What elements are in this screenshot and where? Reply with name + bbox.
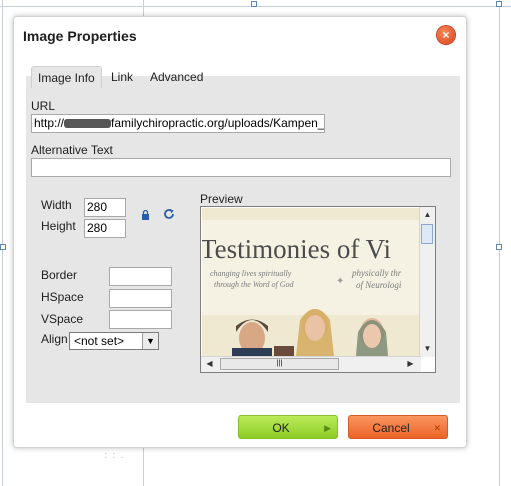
arrow-right-icon: ▶ [324, 423, 331, 433]
scroll-up-icon[interactable]: ▲ [421, 208, 434, 221]
redacted-text [64, 119, 112, 129]
cancel-button[interactable]: Cancel ✕ [348, 415, 448, 439]
resize-handle[interactable] [251, 1, 257, 7]
align-selected-value: <not set> [74, 334, 125, 348]
height-label: Height [41, 219, 76, 233]
hspace-label: HSpace [41, 290, 84, 304]
height-input[interactable]: 280 [84, 219, 126, 238]
vspace-input[interactable] [109, 310, 172, 329]
cancel-label: Cancel [372, 421, 410, 435]
tab-label: Image Info [38, 71, 95, 85]
scrollbar-thumb[interactable]: ||| [220, 358, 339, 370]
preview-image: Testimonies of Vi changing lives spiritu… [202, 208, 420, 356]
preview-label: Preview [200, 192, 243, 206]
align-select[interactable]: <not set> ▼ [69, 332, 159, 350]
sign-line: changing lives spiritually [210, 269, 292, 278]
border-input[interactable] [109, 267, 172, 286]
url-prefix: http:// [34, 116, 65, 130]
scrollbar-thumb[interactable] [421, 224, 433, 244]
ok-label: OK [272, 421, 290, 435]
align-label: Align [41, 332, 68, 346]
url-label: URL [31, 99, 56, 113]
refresh-icon[interactable] [163, 208, 175, 223]
horizontal-scrollbar[interactable]: ◀ ||| ▶ [201, 356, 421, 372]
width-label: Width [41, 198, 72, 212]
resize-handle[interactable] [496, 244, 502, 250]
close-icon: ✕ [433, 423, 441, 433]
image-properties-dialog: Image Properties × Image Info Link Advan… [13, 16, 467, 448]
tab-link[interactable]: Link [105, 66, 139, 88]
vspace-label: VSpace [41, 312, 84, 326]
dialog-title: Image Properties [23, 28, 137, 44]
sign-line: through the Word of God [214, 280, 295, 289]
sign-line: of Neurologi [356, 280, 402, 290]
resize-handle[interactable] [496, 1, 502, 7]
tab-image-info[interactable]: Image Info [31, 66, 102, 88]
lock-icon[interactable] [141, 209, 150, 223]
border-label: Border [41, 268, 78, 282]
scroll-down-icon[interactable]: ▼ [421, 342, 434, 355]
drag-grip-icon: · · · · · [104, 448, 125, 463]
scroll-left-icon[interactable]: ◀ [203, 357, 216, 370]
ok-button[interactable]: OK ▶ [238, 415, 338, 439]
background-border-left [2, 0, 3, 486]
chevron-down-icon[interactable]: ▼ [142, 333, 158, 349]
alt-text-label: Alternative Text [31, 143, 113, 157]
vertical-scrollbar[interactable]: ▲ ▼ [419, 207, 435, 357]
hspace-input[interactable] [109, 289, 172, 308]
tab-label: Link [111, 70, 134, 84]
close-button[interactable]: × [437, 26, 455, 44]
alt-text-input[interactable] [31, 158, 451, 177]
url-suffix: familychiropractic.org/uploads/Kampen_ [111, 116, 325, 130]
url-input[interactable]: http:// familychiropractic.org/uploads/Ka… [31, 114, 325, 133]
preview-pane[interactable]: Testimonies of Vi changing lives spiritu… [200, 206, 436, 373]
close-icon: × [442, 28, 450, 42]
sign-line: physically thr [351, 268, 402, 278]
sign-title: Testimonies of Vi [202, 234, 391, 264]
resize-handle[interactable] [0, 244, 6, 250]
width-input[interactable]: 280 [84, 198, 126, 217]
scroll-right-icon[interactable]: ▶ [404, 357, 417, 370]
sign-dot: ✦ [336, 276, 344, 287]
tab-advanced[interactable]: Advanced [144, 66, 209, 88]
background-border-far-right [499, 0, 500, 486]
tab-label: Advanced [150, 70, 204, 84]
